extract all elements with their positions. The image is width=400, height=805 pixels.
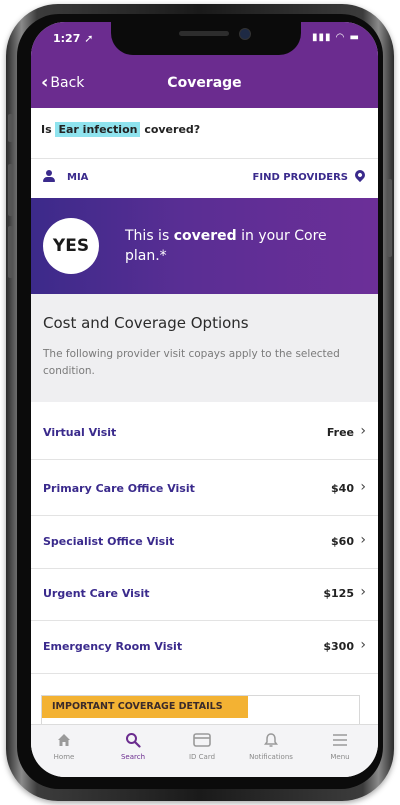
tab-search[interactable]: Search: [100, 731, 166, 761]
chevron-right-icon: ›: [360, 423, 366, 439]
tab-notifications[interactable]: Notifications: [238, 731, 304, 761]
earpiece-speaker: [179, 31, 229, 36]
divider: [31, 158, 378, 159]
member-name[interactable]: MIA: [67, 172, 88, 183]
coverage-message: This is covered in your Core plan.*: [125, 226, 365, 266]
tab-bar: Home Search ID Card Notifications Menu: [31, 724, 378, 777]
visit-price: $125: [323, 587, 354, 600]
visit-row-virtual[interactable]: Virtual Visit Free ›: [31, 407, 378, 459]
chevron-right-icon: ›: [360, 584, 366, 600]
visit-price: $60: [331, 535, 354, 548]
question-prefix: Is: [41, 123, 52, 136]
power-button: [387, 179, 392, 257]
id-card-icon: [169, 731, 235, 749]
chevron-right-icon: ›: [360, 637, 366, 653]
condition-highlight: Ear infection: [55, 122, 141, 137]
visit-row-emergency-room[interactable]: Emergency Room Visit $300 ›: [31, 621, 378, 673]
nav-bar: ‹ Back Coverage: [31, 60, 378, 108]
visit-price: $40: [331, 482, 354, 495]
tab-label: Notifications: [249, 753, 293, 761]
visit-price: $300: [323, 640, 354, 653]
front-camera: [239, 28, 251, 40]
status-time: 1:27 ➚: [53, 32, 94, 45]
yes-badge: YES: [43, 218, 99, 274]
coverage-details-tag: IMPORTANT COVERAGE DETAILS: [42, 696, 248, 718]
question-suffix: covered?: [144, 123, 201, 136]
status-icons: ▮▮▮ ◠ ▬: [311, 32, 360, 43]
chevron-right-icon: ›: [360, 532, 366, 548]
phone-screen: 1:27 ➚ ▮▮▮ ◠ ▬ ‹ Back Coverage Is Ear in…: [31, 22, 378, 777]
visit-row-urgent-care[interactable]: Urgent Care Visit $125 ›: [31, 568, 378, 620]
tab-label: Search: [120, 753, 146, 761]
mute-switch: [8, 114, 13, 142]
location-pin-icon[interactable]: [352, 167, 368, 183]
section-heading: Cost and Coverage Options: [43, 314, 249, 332]
coverage-question: Is Ear infection covered?: [41, 122, 201, 137]
menu-icon: [307, 731, 373, 749]
tab-label: ID Card: [188, 753, 216, 761]
visit-label: Specialist Office Visit: [43, 535, 175, 548]
member-row: MIA FIND PROVIDERS: [31, 160, 378, 196]
visit-label: Emergency Room Visit: [43, 640, 183, 653]
home-icon: [31, 731, 97, 749]
page-title: Coverage: [167, 75, 242, 91]
visit-label: Primary Care Office Visit: [43, 482, 195, 495]
tab-label: Home: [53, 753, 75, 761]
chevron-right-icon: ›: [360, 479, 366, 495]
tab-label: Menu: [330, 753, 350, 761]
volume-down-button: [8, 226, 13, 278]
visit-row-primary-care[interactable]: Primary Care Office Visit $40 ›: [31, 463, 378, 515]
divider: [31, 459, 378, 460]
section-description: The following provider visit copays appl…: [43, 348, 340, 377]
coverage-details-card[interactable]: IMPORTANT COVERAGE DETAILS: [41, 695, 360, 726]
find-providers-link[interactable]: FIND PROVIDERS: [253, 172, 348, 183]
cost-coverage-section: Cost and Coverage Options The following …: [31, 294, 378, 402]
coverage-message-bold: covered: [173, 228, 237, 244]
divider: [31, 673, 378, 674]
visit-label: Virtual Visit: [43, 426, 117, 439]
visit-price: Free: [326, 426, 354, 439]
coverage-message-start: This is: [125, 228, 174, 244]
tab-home[interactable]: Home: [31, 731, 97, 761]
visit-label: Urgent Care Visit: [43, 587, 150, 600]
volume-up-button: [8, 164, 13, 216]
notch: [111, 22, 301, 55]
tab-id-card[interactable]: ID Card: [169, 731, 235, 761]
bell-icon: [238, 731, 304, 749]
coverage-banner: YES This is covered in your Core plan.*: [31, 198, 378, 294]
search-icon: [100, 731, 166, 749]
person-icon: [43, 170, 55, 182]
tab-menu[interactable]: Menu: [307, 731, 373, 761]
visit-row-specialist[interactable]: Specialist Office Visit $60 ›: [31, 516, 378, 568]
